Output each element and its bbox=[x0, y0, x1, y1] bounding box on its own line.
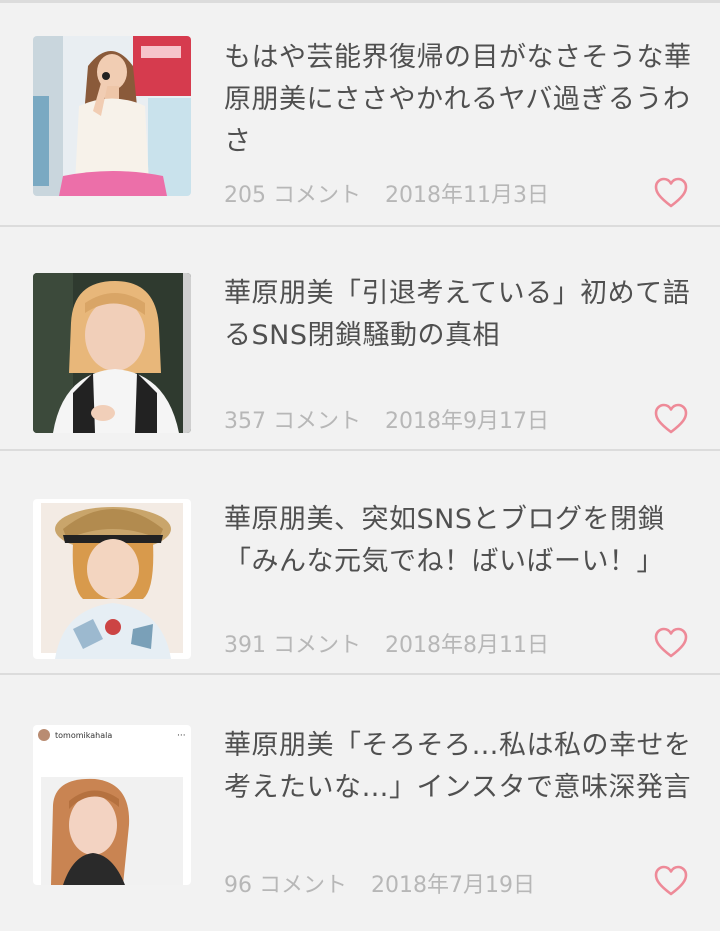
comment-count: 391 コメント bbox=[224, 633, 362, 658]
article-list: もはや芸能界復帰の目がなさそうな華原朋美にささやかれるヤバ過ぎるうわさ 205 … bbox=[0, 0, 720, 931]
article-date: 2018年9月17日 bbox=[385, 409, 549, 434]
comment-count: 96 コメント bbox=[224, 873, 348, 898]
article-item[interactable]: 華原朋美「引退考えている」初めて語るSNS閉鎖騒動の真相 357 コメント 201… bbox=[0, 227, 720, 451]
article-item[interactable]: 華原朋美、突如SNSとブログを閉鎖「みんな元気でね！ばいばーい！」 391 コメ… bbox=[0, 451, 720, 675]
thumbnail-username: tomomikahala bbox=[55, 731, 112, 740]
article-thumbnail[interactable] bbox=[33, 273, 191, 433]
article-thumbnail[interactable] bbox=[33, 499, 191, 659]
article-meta: 391 コメント 2018年8月11日 bbox=[224, 627, 549, 659]
heart-outline-icon[interactable] bbox=[654, 177, 688, 209]
heart-outline-icon[interactable] bbox=[654, 403, 688, 435]
article-item[interactable]: tomomikahala ··· 華原朋美「そろそろ…私は私の幸せを考えたいな…… bbox=[0, 675, 720, 931]
heart-outline-icon[interactable] bbox=[654, 627, 688, 659]
article-meta: 96 コメント 2018年7月19日 bbox=[224, 867, 535, 899]
article-meta: 205 コメント 2018年11月3日 bbox=[224, 177, 549, 209]
svg-text:···: ··· bbox=[177, 731, 186, 741]
article-date: 2018年11月3日 bbox=[385, 183, 549, 208]
comment-count: 205 コメント bbox=[224, 183, 362, 208]
heart-outline-icon[interactable] bbox=[654, 865, 688, 897]
article-title[interactable]: 華原朋美「引退考えている」初めて語るSNS閉鎖騒動の真相 bbox=[224, 273, 694, 357]
article-title[interactable]: 華原朋美「そろそろ…私は私の幸せを考えたいな…」インスタで意味深発言 bbox=[224, 725, 694, 809]
article-thumbnail[interactable] bbox=[33, 36, 191, 196]
article-title[interactable]: もはや芸能界復帰の目がなさそうな華原朋美にささやかれるヤバ過ぎるうわさ bbox=[224, 37, 694, 163]
article-date: 2018年8月11日 bbox=[385, 633, 549, 658]
article-item[interactable]: もはや芸能界復帰の目がなさそうな華原朋美にささやかれるヤバ過ぎるうわさ 205 … bbox=[0, 3, 720, 227]
article-title[interactable]: 華原朋美、突如SNSとブログを閉鎖「みんな元気でね！ばいばーい！」 bbox=[224, 499, 694, 583]
article-meta: 357 コメント 2018年9月17日 bbox=[224, 403, 549, 435]
comment-count: 357 コメント bbox=[224, 409, 362, 434]
article-thumbnail[interactable]: tomomikahala ··· bbox=[33, 725, 191, 885]
article-date: 2018年7月19日 bbox=[371, 873, 535, 898]
